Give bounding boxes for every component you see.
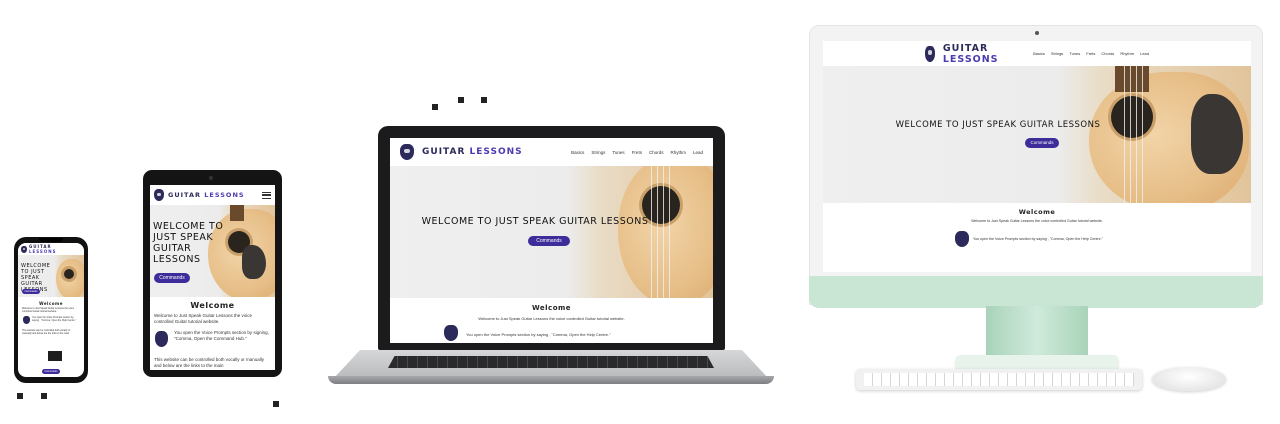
guitar-neck — [230, 205, 244, 221]
nav-frets[interactable]: Frets — [632, 150, 642, 155]
nav-lead[interactable]: Lead — [693, 150, 703, 155]
laptop-device: GUITAR LESSONS Basics Strings Tunes Fret… — [378, 126, 725, 350]
phone-more-text: This website can be controlled both voca… — [22, 329, 71, 335]
logo-pick-icon[interactable] — [925, 45, 935, 62]
desktop-commands-button[interactable]: Commands — [1025, 138, 1059, 148]
phone-intro-text: Welcome to Just Speak Guitar Lessons the… — [22, 307, 75, 313]
logo-pick-icon[interactable] — [400, 144, 414, 160]
tablet-hero-title: WELCOME TO JUST SPEAK GUITAR LESSONS — [153, 221, 224, 265]
tablet-commands-button[interactable]: Commands — [154, 273, 190, 283]
laptop-pick-icon — [444, 325, 458, 341]
decor-speck — [481, 97, 487, 103]
laptop-hero: WELCOME TO JUST SPEAK GUITAR LESSONS Com… — [390, 166, 713, 298]
tablet-screen: GUITAR LESSONS WELCOME TO JUST SPEAK GUI… — [150, 185, 275, 370]
phone-hero: WELCOME TO JUST SPEAK GUITAR LESSONS Com… — [18, 255, 84, 297]
decor-speck — [432, 104, 438, 110]
desktop-chin — [809, 276, 1263, 308]
brand-word-guitar: GUITAR — [422, 147, 466, 157]
nav-rhythm[interactable]: Rhythm — [670, 150, 686, 155]
laptop-screen: GUITAR LESSONS Basics Strings Tunes Fret… — [390, 138, 713, 343]
guitar-strings — [646, 166, 672, 298]
desktop-keyboard — [856, 369, 1142, 390]
desktop-stand — [986, 306, 1088, 358]
phone-device: GUITAR LESSONS WELCOME TO JUST SPEAK GUI… — [14, 237, 88, 383]
guitar-soundhole — [64, 269, 74, 279]
tablet-intro-text: Welcome to Just Speak Guitar Lessons the… — [154, 313, 252, 324]
desktop-mouse — [1152, 367, 1226, 391]
phone-voice-text: You open the Voice Prompts section by sa… — [32, 316, 77, 322]
laptop-hero-title: WELCOME TO JUST SPEAK GUITAR LESSONS — [421, 216, 649, 227]
desktop-navbar: GUITAR LESSONS Basics Strings Tunes Fret… — [823, 41, 1251, 66]
desktop-hero: WELCOME TO JUST SPEAK GUITAR LESSONS Com… — [823, 66, 1251, 203]
phone-bottom-button[interactable]: Commands — [42, 369, 60, 374]
nav-tunes[interactable]: Tunes — [612, 150, 624, 155]
keyboard-keys — [864, 373, 1134, 386]
phone-screen: GUITAR LESSONS WELCOME TO JUST SPEAK GUI… — [18, 243, 84, 377]
desktop-hero-title: WELCOME TO JUST SPEAK GUITAR LESSONS — [895, 120, 1101, 130]
laptop-lip — [328, 376, 774, 384]
tablet-welcome-heading: Welcome — [190, 301, 235, 310]
tablet-brand[interactable]: GUITAR LESSONS — [168, 191, 245, 199]
nav-strings[interactable]: Strings — [591, 150, 605, 155]
phone-pick-icon — [23, 316, 30, 324]
tablet-more-text: This website can be controlled both voca… — [154, 357, 265, 368]
tablet-device: GUITAR LESSONS WELCOME TO JUST SPEAK GUI… — [143, 170, 282, 377]
phone-navbar: GUITAR LESSONS — [18, 243, 84, 255]
desktop-nav-menu: Basics Strings Tunes Frets Chords Rhythm… — [1033, 51, 1149, 56]
laptop-nav-menu: Basics Strings Tunes Frets Chords Rhythm… — [571, 150, 703, 155]
nav-tunes[interactable]: Tunes — [1069, 51, 1080, 56]
nav-chords[interactable]: Chords — [1101, 51, 1114, 56]
tablet-camera — [209, 176, 213, 180]
laptop-base — [328, 350, 774, 388]
logo-pick-icon[interactable] — [154, 189, 164, 201]
brand-word-guitar: GUITAR — [168, 191, 201, 199]
desktop-brand[interactable]: GUITAR LESSONS — [943, 43, 1017, 65]
tablet-voice-text: You open the Voice Prompts section by si… — [174, 330, 269, 341]
laptop-commands-button[interactable]: Commands — [528, 236, 570, 246]
phone-notch — [39, 238, 63, 242]
nav-rhythm[interactable]: Rhythm — [1120, 51, 1134, 56]
desktop-monitor: GUITAR LESSONS Basics Strings Tunes Fret… — [809, 25, 1263, 308]
decor-speck — [17, 393, 23, 399]
tablet-hero: WELCOME TO JUST SPEAK GUITAR LESSONS Com… — [150, 205, 275, 297]
desktop-voice-text: You open the Voice Prompts section by sa… — [973, 237, 1103, 241]
phone-welcome-heading: Welcome — [39, 301, 63, 306]
laptop-keyboard — [388, 356, 714, 368]
guitar-strings — [1119, 66, 1147, 203]
brand-word-guitar: GUITAR — [942, 42, 989, 54]
decor-speck — [273, 401, 279, 407]
brand-word-lessons: LESSONS — [28, 249, 57, 254]
laptop-navbar: GUITAR LESSONS Basics Strings Tunes Fret… — [390, 138, 713, 166]
brand-word-lessons: LESSONS — [469, 147, 523, 157]
nav-frets[interactable]: Frets — [1086, 51, 1095, 56]
nav-basics[interactable]: Basics — [571, 150, 584, 155]
nav-lead[interactable]: Lead — [1140, 51, 1149, 56]
desktop-screen: GUITAR LESSONS Basics Strings Tunes Fret… — [823, 41, 1251, 272]
desktop-intro-text: Welcome to Just Speak Guitar Lessons the… — [971, 219, 1103, 223]
phone-commands-button[interactable]: Commands — [22, 289, 40, 294]
laptop-voice-text: You open the Voice Prompts section by sa… — [466, 332, 611, 337]
phone-thumbnail-image[interactable] — [48, 351, 62, 361]
laptop-brand[interactable]: GUITAR LESSONS — [422, 147, 523, 157]
decor-speck — [41, 393, 47, 399]
brand-word-lessons: LESSONS — [942, 53, 999, 65]
logo-pick-icon[interactable] — [21, 245, 27, 253]
brand-word-lessons: LESSONS — [204, 191, 245, 199]
phone-brand[interactable]: GUITAR LESSONS — [29, 244, 81, 254]
decor-speck — [458, 97, 464, 103]
nav-chords[interactable]: Chords — [649, 150, 664, 155]
laptop-intro-text: Welcome to Just Speak Guitar Lessons the… — [478, 316, 625, 321]
tablet-navbar: GUITAR LESSONS — [150, 185, 275, 205]
tablet-pick-icon — [155, 331, 168, 347]
nav-strings[interactable]: Strings — [1051, 51, 1063, 56]
hamburger-menu-icon[interactable] — [262, 191, 271, 199]
laptop-welcome-heading: Welcome — [531, 304, 572, 312]
desktop-pick-icon — [955, 231, 969, 247]
guitar-pickguard — [242, 245, 266, 279]
desktop-welcome-heading: Welcome — [1018, 208, 1056, 216]
desktop-camera — [1035, 31, 1039, 35]
nav-basics[interactable]: Basics — [1033, 51, 1045, 56]
